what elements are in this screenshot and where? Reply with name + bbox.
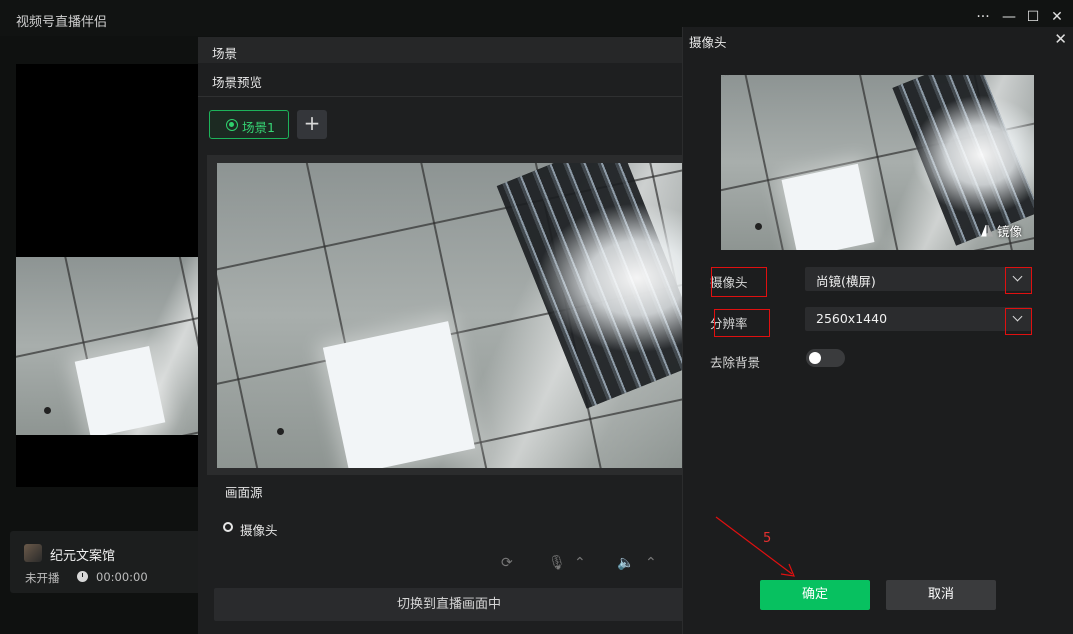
close-icon[interactable]: ✕: [1054, 30, 1067, 48]
scene-dialog-title: 场景: [212, 46, 238, 61]
scene-dialog-header: 场景: [198, 37, 682, 63]
rotate-icon[interactable]: ⟳: [501, 555, 513, 571]
annotation-box: [1005, 308, 1032, 335]
mirror-button[interactable]: 镜像: [981, 221, 1022, 240]
annotation-box: [714, 309, 770, 337]
remove-background-toggle[interactable]: [806, 349, 845, 367]
scene-preview-title: 场景预览: [212, 75, 263, 90]
mirror-label: 镜像: [997, 224, 1023, 239]
microphone-muted-icon[interactable]: 🎙: [548, 555, 566, 571]
switch-to-live-button[interactable]: 切换到直播画面中: [214, 588, 684, 621]
channel-info-panel: 纪元文案馆 未开播 00:00:00: [10, 531, 210, 593]
sources-title: 画面源: [225, 485, 263, 500]
toggle-knob: [809, 352, 821, 364]
chevron-up-icon[interactable]: ⌃: [574, 555, 586, 571]
live-status: 未开播: [25, 571, 60, 585]
live-timer: 00:00:00: [96, 570, 148, 584]
camera-select[interactable]: 尚镜(横屏): [805, 267, 1032, 291]
cancel-button[interactable]: 取消: [886, 580, 996, 610]
annotation-step-number: 5: [763, 531, 772, 546]
live-preview-camera-image: [16, 257, 216, 435]
maximize-icon[interactable]: ☐: [1022, 8, 1044, 26]
avatar[interactable]: [24, 544, 42, 562]
divider: [198, 96, 682, 97]
close-window-icon[interactable]: ✕: [1046, 8, 1068, 26]
add-scene-button[interactable]: +: [297, 110, 327, 139]
minimize-icon[interactable]: —: [998, 8, 1020, 26]
source-item-camera[interactable]: 摄像头: [240, 520, 278, 539]
annotation-box: [711, 267, 767, 297]
more-menu-icon[interactable]: ···: [972, 8, 994, 26]
channel-name: 纪元文案馆: [50, 549, 116, 564]
camera-select-value: 尚镜(横屏): [816, 274, 876, 289]
scene-tab-label: 场景1: [242, 120, 275, 135]
remove-background-label: 去除背景: [710, 355, 761, 370]
confirm-button[interactable]: 确定: [760, 580, 870, 610]
resolution-select[interactable]: 2560x1440: [805, 307, 1032, 331]
resolution-select-value: 2560x1440: [816, 311, 888, 326]
tab-scene-1[interactable]: 场景1: [209, 110, 289, 139]
chevron-up-icon[interactable]: ⌃: [645, 555, 657, 571]
clock-icon: [77, 571, 88, 582]
camera-dialog-title: 摄像头: [689, 35, 727, 50]
app-title: 视频号直播伴侣: [16, 15, 108, 30]
scene-dialog: 场景 场景预览 场景1 + 画面源 摄像头 ⟳ 🎙 ⌃ 🔈 ⌃ 切换到直播画面中: [198, 37, 684, 634]
speaker-icon[interactable]: 🔈: [617, 555, 634, 571]
scene-preview-camera-image[interactable]: [217, 163, 682, 468]
camera-dialog: 摄像头 ✕ 镜像 摄像头 尚镜(横屏) 分辨率 2560x1440 去除背景 确…: [682, 27, 1073, 634]
mirror-icon: [981, 224, 993, 237]
annotation-box: [1005, 267, 1032, 294]
location-pin-icon: [223, 522, 233, 532]
radio-selected-icon: [226, 119, 238, 131]
